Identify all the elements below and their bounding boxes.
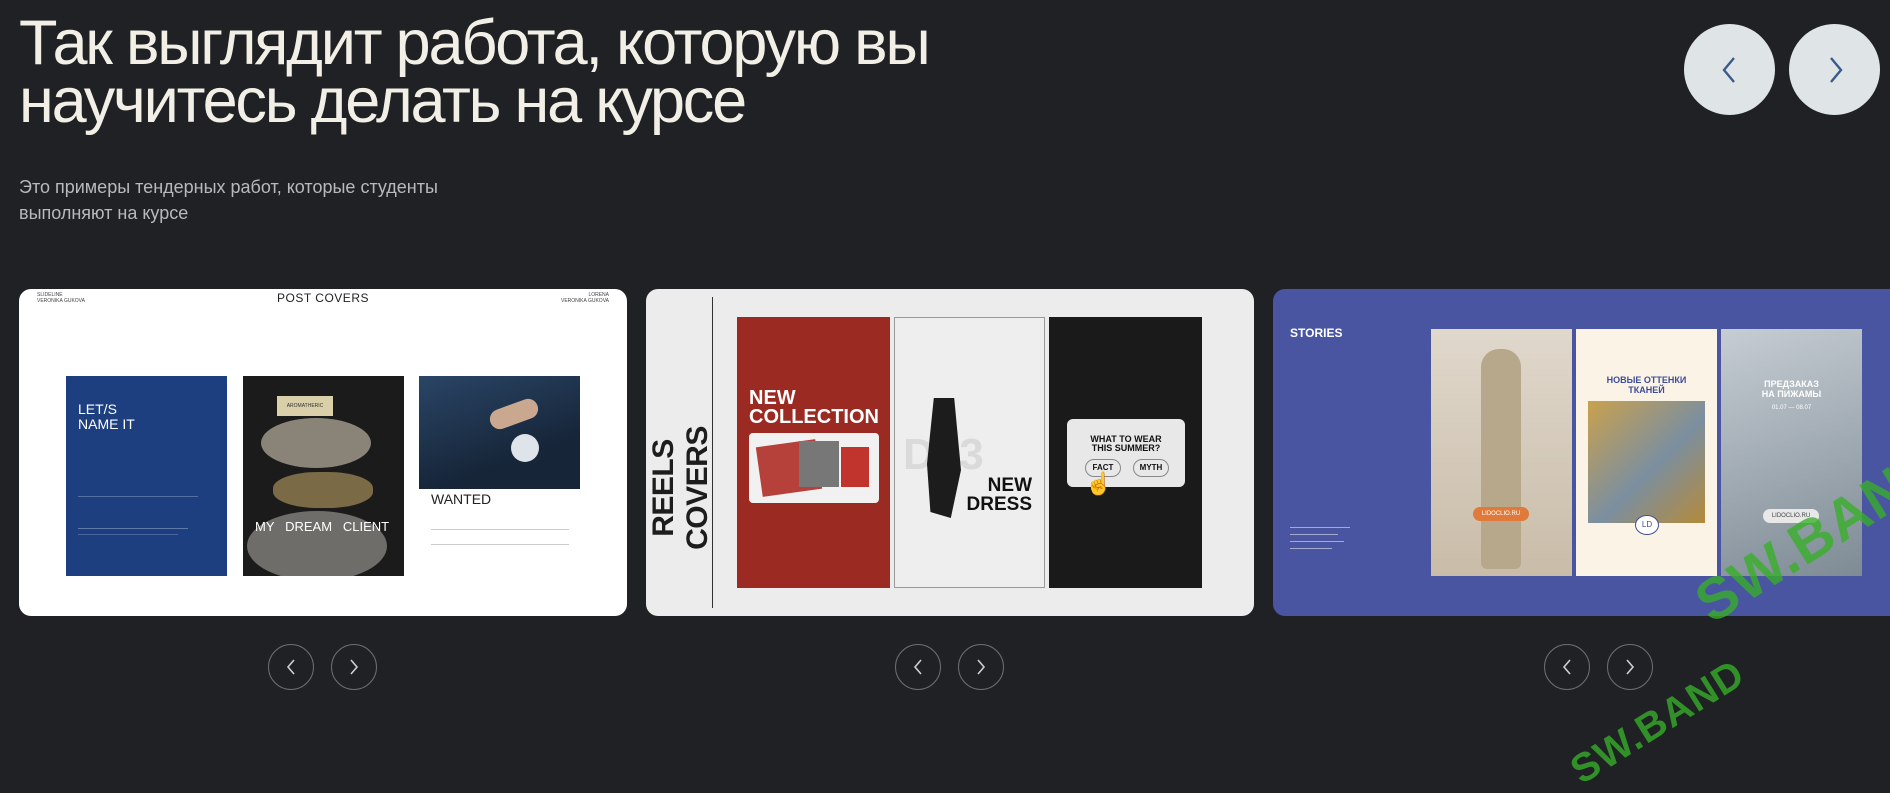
prev-slide-button[interactable] <box>1684 24 1775 115</box>
story-person <box>1481 349 1521 569</box>
chevron-left-icon <box>286 659 295 675</box>
page-title-line1: Так выглядит работа, которую вы <box>19 8 931 78</box>
stone-label: AROMATHERIC <box>277 396 333 416</box>
reels-panel-light-title: NEW DRESS <box>966 475 1032 515</box>
reels-vertical-title: REELS COVERS <box>647 426 714 550</box>
reels-covers-prev-button[interactable] <box>895 644 941 690</box>
chevron-right-icon <box>1626 659 1635 675</box>
chevron-right-icon <box>1829 56 1843 83</box>
post-poster-blue-divider <box>78 528 188 529</box>
stories-card[interactable]: STORIES LIDOCLIO.RU НОВЫЕ ОТТЕНКИ ТКАНЕЙ… <box>1273 289 1890 616</box>
reels-covers-next-button[interactable] <box>958 644 1004 690</box>
chevron-right-icon <box>977 659 986 675</box>
photo-moon <box>511 434 539 462</box>
story3-button: LIDOCLIO.RU <box>1763 509 1819 523</box>
reels-panel-dark: WHAT TO WEAR THIS SUMMER? FACT MYTH ☝ <box>1049 317 1202 588</box>
next-slide-button[interactable] <box>1789 24 1880 115</box>
post-poster-blue-divider2 <box>78 534 178 535</box>
watermark-2: SW.BAND <box>1562 651 1753 793</box>
stories-heading: STORIES <box>1290 326 1343 340</box>
story-photo-1: LIDOCLIO.RU <box>1431 329 1572 576</box>
page-subtitle-line2: выполняют на курсе <box>19 203 189 223</box>
post-poster-wanted: WANTED <box>431 491 492 507</box>
story2-logo: LD <box>1635 515 1659 535</box>
reels-panel-red-card <box>749 433 879 503</box>
reels-panel-red-title: NEW COLLECTION <box>749 387 879 428</box>
story2-title: НОВЫЕ ОТТЕНКИ ТКАНЕЙ <box>1606 375 1687 395</box>
story3-dates: 01.07 — 08.07 <box>1771 405 1812 411</box>
reels-poll-question: WHAT TO WEAR THIS SUMMER? <box>1090 434 1162 453</box>
fabric-shape-3 <box>841 447 869 487</box>
bullet-line-1 <box>1290 527 1350 528</box>
post-poster-stones-text: MY DREAM CLIENT <box>255 519 390 534</box>
post-covers-prev-button[interactable] <box>268 644 314 690</box>
bullet-line-4 <box>1290 548 1332 549</box>
reels-panel-light: D23 NEW DRESS <box>894 317 1045 588</box>
post-poster-blue-text-lines <box>78 496 198 525</box>
stories-bullet-list <box>1290 521 1350 581</box>
chevron-left-icon <box>1721 56 1735 83</box>
reels-panel-red: NEW COLLECTION <box>737 317 890 588</box>
stone-label-text: AROMATHERIC <box>286 403 324 409</box>
page-subtitle-line1: Это примеры тендерных работ, которые сту… <box>19 177 438 197</box>
post-poster-blue-title: LET/S NAME IT <box>78 401 135 432</box>
reels-covers-card[interactable]: REELS COVERS NEW COLLECTION D23 NEW DRES… <box>646 289 1254 616</box>
reels-poll-option-myth: MYTH <box>1133 459 1169 477</box>
story3-title: ПРЕДЗАКАЗ НА ПИЖАМЫ <box>1761 379 1822 399</box>
post-covers-corner-left: SLIDELINE VERONIKA GUKOVA <box>37 292 85 304</box>
page-title-line2: научитесь делать на курсе <box>19 66 747 136</box>
post-poster-photo <box>419 376 580 489</box>
wanted-text-block1 <box>431 529 501 545</box>
post-covers-heading: POST COVERS <box>277 291 369 305</box>
post-poster-blue: LET/S NAME IT <box>66 376 227 576</box>
stone-2 <box>273 472 373 508</box>
page-title: Так выглядит работа, которую вы научитес… <box>19 8 1119 136</box>
story2-fabric <box>1588 401 1705 523</box>
stone-1 <box>261 418 371 468</box>
photo-bg <box>419 376 580 489</box>
post-poster-stones: AROMATHERIC MY DREAM CLIENT <box>243 376 404 576</box>
dress-shape <box>927 398 961 518</box>
story-card-2: НОВЫЕ ОТТЕНКИ ТКАНЕЙ LD <box>1576 329 1717 576</box>
bullet-line-3 <box>1290 541 1344 542</box>
story1-button: LIDOCLIO.RU <box>1473 507 1529 521</box>
chevron-left-icon <box>1562 659 1571 675</box>
chevron-right-icon <box>350 659 359 675</box>
post-covers-corner-right: LORENA VERONIKA GUKOVA <box>561 292 609 304</box>
fabric-shape-2 <box>799 441 839 487</box>
stories-next-button[interactable] <box>1607 644 1653 690</box>
post-covers-card[interactable]: POST COVERS SLIDELINE VERONIKA GUKOVA LO… <box>19 289 627 616</box>
wanted-text-block2 <box>499 529 569 545</box>
story-card-3: ПРЕДЗАКАЗ НА ПИЖАМЫ 01.07 — 08.07 LIDOCL… <box>1721 329 1862 576</box>
pointer-hand-icon: ☝ <box>1085 471 1113 496</box>
chevron-left-icon <box>913 659 922 675</box>
post-covers-next-button[interactable] <box>331 644 377 690</box>
page-subtitle: Это примеры тендерных работ, которые сту… <box>19 174 519 226</box>
stories-prev-button[interactable] <box>1544 644 1590 690</box>
bullet-line-2 <box>1290 534 1338 535</box>
